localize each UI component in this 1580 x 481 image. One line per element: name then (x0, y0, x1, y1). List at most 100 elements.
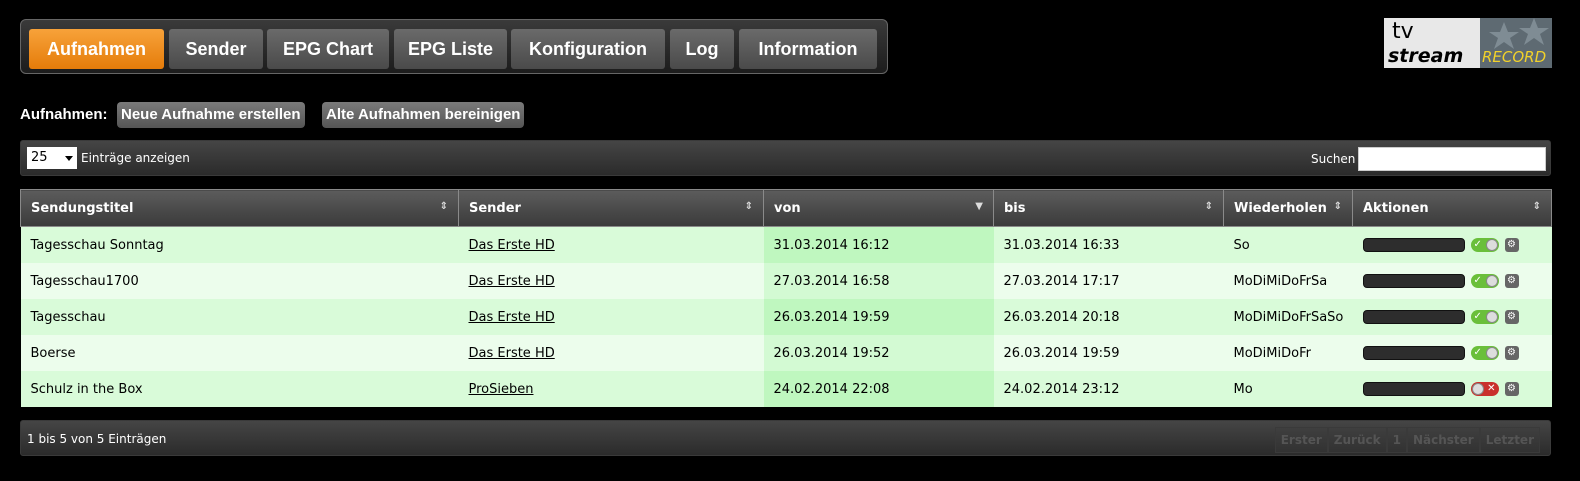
enable-toggle[interactable]: ✓ (1470, 346, 1499, 360)
page-length-label: Einträge anzeigen (81, 151, 190, 165)
search-label: Suchen (1311, 152, 1356, 166)
column-header-to[interactable]: bis ⇕ (993, 189, 1224, 227)
pager-last-button[interactable]: Letzter (1479, 427, 1540, 453)
pager-previous-button[interactable]: Zurück (1327, 427, 1387, 453)
table-info: 1 bis 5 von 5 Einträgen (27, 432, 167, 446)
cell-repeat: MoDiMiDoFr (1223, 335, 1353, 371)
cell-to: 27.03.2014 17:17 (993, 263, 1224, 299)
channel-link[interactable]: Das Erste HD (469, 274, 555, 289)
cell-repeat: MoDiMiDoFrSa (1223, 263, 1353, 299)
clean-old-recordings-button[interactable]: Alte Aufnahmen bereinigen (322, 102, 525, 128)
check-icon: ✓ (1473, 347, 1482, 358)
tab-konfiguration[interactable]: Konfiguration (511, 29, 665, 69)
cell-channel: Das Erste HD (458, 299, 764, 335)
column-header-repeat[interactable]: Wiederholen ⇕ (1223, 189, 1353, 227)
recording-progress-bar (1362, 346, 1465, 360)
gear-icon[interactable]: ⚙ (1504, 238, 1519, 252)
page-length-select[interactable]: 25 (27, 147, 77, 169)
tab-log[interactable]: Log (670, 29, 734, 69)
toggle-knob (1485, 239, 1498, 251)
gear-icon[interactable]: ⚙ (1504, 310, 1519, 324)
pagination: Erster Zurück 1 Nächster Letzter (1274, 427, 1540, 453)
main-navigation: Aufnahmen Sender EPG Chart EPG Liste Kon… (20, 19, 888, 74)
tab-sender[interactable]: Sender (169, 29, 263, 69)
column-header-title[interactable]: Sendungstitel ⇕ (20, 189, 459, 227)
column-header-from[interactable]: von ▼ (763, 189, 994, 227)
enable-toggle[interactable]: ✓ (1470, 238, 1499, 252)
recordings-label: Aufnahmen: (20, 106, 108, 123)
search-input[interactable] (1358, 147, 1546, 171)
cell-title: Tagesschau Sonntag (20, 226, 459, 263)
toggle-knob (1485, 347, 1498, 359)
sort-both-icon: ⇕ (1532, 201, 1541, 212)
cell-repeat: So (1223, 226, 1353, 263)
cell-actions: ✓ ⚙ (1352, 335, 1552, 371)
new-recording-button[interactable]: Neue Aufnahme erstellen (117, 102, 305, 128)
cell-from: 26.03.2014 19:59 (763, 299, 994, 335)
cell-to: 26.03.2014 19:59 (993, 335, 1224, 371)
tab-epg-chart[interactable]: EPG Chart (267, 29, 389, 69)
page-length-value: 25 (31, 150, 48, 165)
channel-link[interactable]: Das Erste HD (469, 238, 555, 253)
recording-progress-bar (1362, 382, 1465, 396)
tvstreamrecord-logo: tv stream RECORD (1384, 18, 1552, 68)
cell-to: 24.02.2014 23:12 (993, 371, 1224, 407)
table-row: Tagesschau Sonntag Das Erste HD 31.03.2014… (20, 226, 1552, 263)
pager-page-button[interactable]: 1 (1386, 427, 1407, 453)
enable-toggle[interactable]: ✕ (1470, 382, 1499, 396)
tab-information[interactable]: Information (739, 29, 877, 69)
cell-channel: Das Erste HD (458, 335, 764, 371)
cell-actions: ✕ ⚙ (1352, 371, 1552, 407)
gear-icon[interactable]: ⚙ (1504, 382, 1519, 396)
table-header-row: Sendungstitel ⇕ Sender ⇕ von ▼ bis ⇕ Wiederh… (20, 189, 1552, 227)
check-icon: ✓ (1473, 239, 1482, 250)
check-icon: ✓ (1473, 275, 1482, 286)
cell-actions: ✓ ⚙ (1352, 299, 1552, 335)
cell-channel: Das Erste HD (458, 263, 764, 299)
chevron-down-icon (65, 156, 73, 161)
gear-icon[interactable]: ⚙ (1504, 346, 1519, 360)
recordings-table: Sendungstitel ⇕ Sender ⇕ von ▼ bis ⇕ Wiederh… (20, 189, 1552, 407)
channel-link[interactable]: Das Erste HD (469, 310, 555, 325)
cell-title: Tagesschau (20, 299, 459, 335)
enable-toggle[interactable]: ✓ (1470, 274, 1499, 288)
cell-channel: Das Erste HD (458, 226, 764, 263)
recording-progress-bar (1362, 238, 1465, 252)
toggle-knob (1485, 275, 1498, 287)
sort-both-icon: ⇕ (439, 201, 448, 212)
sort-both-icon: ⇕ (1204, 201, 1213, 212)
pager-next-button[interactable]: Nächster (1406, 427, 1480, 453)
recording-progress-bar (1362, 310, 1465, 324)
channel-link[interactable]: Das Erste HD (469, 346, 555, 361)
tab-epg-liste[interactable]: EPG Liste (394, 29, 507, 69)
table-row: Boerse Das Erste HD 26.03.2014 19:52 26.03.… (20, 335, 1552, 371)
enable-toggle[interactable]: ✓ (1470, 310, 1499, 324)
sort-both-icon: ⇕ (1333, 201, 1342, 212)
svg-text:stream: stream (1388, 45, 1463, 67)
table-footer: 1 bis 5 von 5 Einträgen Erster Zurück 1 … (20, 420, 1551, 456)
cell-from: 26.03.2014 19:52 (763, 335, 994, 371)
gear-icon[interactable]: ⚙ (1504, 274, 1519, 288)
cell-from: 31.03.2014 16:12 (763, 226, 994, 263)
sort-desc-icon: ▼ (975, 201, 983, 212)
table-row: Schulz in the Box ProSieben 24.02.2014 22:… (20, 371, 1552, 407)
cell-actions: ✓ ⚙ (1352, 226, 1552, 263)
pager-first-button[interactable]: Erster (1274, 427, 1328, 453)
toggle-knob (1485, 311, 1498, 323)
column-header-channel[interactable]: Sender ⇕ (458, 189, 764, 227)
svg-text:RECORD: RECORD (1482, 48, 1546, 66)
table-row: Tagesschau Das Erste HD 26.03.2014 19:59 26… (20, 299, 1552, 335)
svg-text:tv: tv (1392, 19, 1414, 44)
sort-both-icon: ⇕ (744, 201, 753, 212)
table-row: Tagesschau1700 Das Erste HD 27.03.2014 16:… (20, 263, 1552, 299)
channel-link[interactable]: ProSieben (469, 382, 534, 397)
cell-title: Schulz in the Box (20, 371, 459, 407)
tab-aufnahmen[interactable]: Aufnahmen (29, 29, 164, 69)
cell-title: Tagesschau1700 (20, 263, 459, 299)
cell-title: Boerse (20, 335, 459, 371)
table-toolbar: 25 Einträge anzeigen Suchen (20, 140, 1551, 176)
cell-from: 24.02.2014 22:08 (763, 371, 994, 407)
cell-actions: ✓ ⚙ (1352, 263, 1552, 299)
recording-progress-bar (1362, 274, 1465, 288)
column-header-actions[interactable]: Aktionen ⇕ (1352, 189, 1552, 227)
